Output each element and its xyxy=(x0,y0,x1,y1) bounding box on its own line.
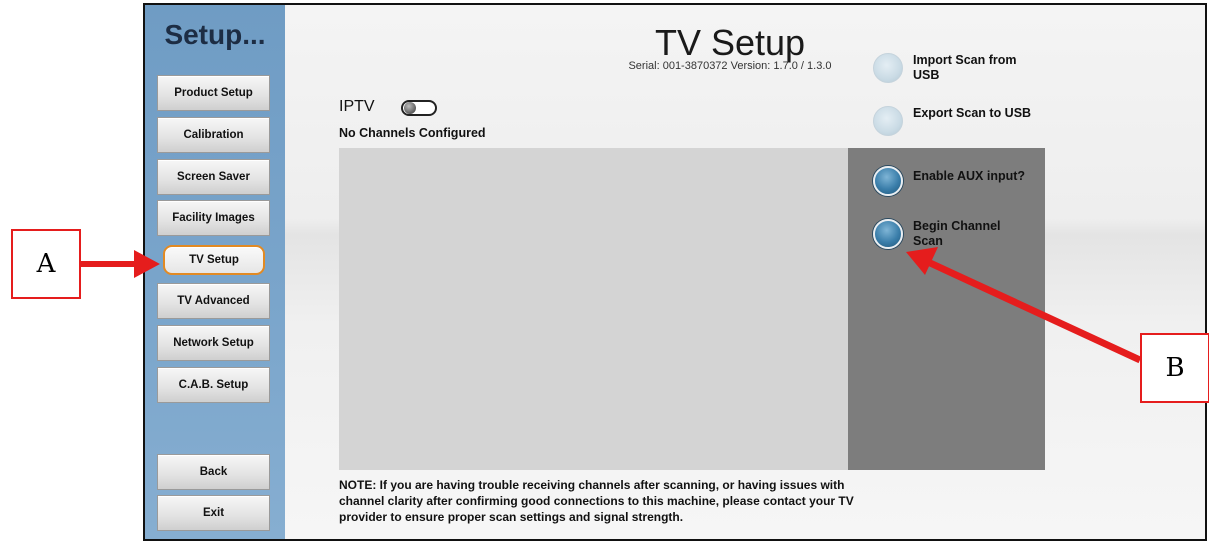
export-scan-label: Export Scan to USB xyxy=(913,106,1032,120)
sidebar-item-tv-advanced[interactable]: TV Advanced xyxy=(157,283,270,319)
iptv-toggle[interactable] xyxy=(401,100,437,116)
scan-orb-icon xyxy=(873,219,903,249)
page-title: TV Setup xyxy=(654,22,806,63)
import-scan-button[interactable]: Import Scan from USB xyxy=(873,53,1033,83)
exit-button[interactable]: Exit xyxy=(157,495,270,531)
note-text: NOTE: If you are having trouble receivin… xyxy=(339,478,854,524)
toggle-knob xyxy=(404,102,416,114)
app-window: Setup... Product Setup Calibration Scree… xyxy=(143,3,1207,541)
import-orb-icon xyxy=(873,53,903,83)
channel-list[interactable] xyxy=(339,148,848,470)
export-scan-button[interactable]: Export Scan to USB xyxy=(873,106,1033,136)
sidebar-item-product-setup[interactable]: Product Setup xyxy=(157,75,270,111)
options-panel xyxy=(848,148,1045,470)
begin-scan-label: Begin Channel Scan xyxy=(913,219,1001,248)
main-content: TV Setup Serial: 001-3870372 Version: 1.… xyxy=(285,5,1205,539)
sidebar-item-tv-setup[interactable]: TV Setup xyxy=(163,245,265,275)
sidebar-item-network-setup[interactable]: Network Setup xyxy=(157,325,270,361)
channel-status: No Channels Configured xyxy=(339,126,486,140)
enable-aux-label: Enable AUX input? xyxy=(913,169,1026,183)
aux-orb-icon xyxy=(873,166,903,196)
sidebar-item-screen-saver[interactable]: Screen Saver xyxy=(157,159,270,195)
sidebar: Setup... Product Setup Calibration Scree… xyxy=(145,5,285,539)
callout-b: B xyxy=(1140,333,1209,403)
sidebar-item-facility-images[interactable]: Facility Images xyxy=(157,200,270,236)
serial-version: Serial: 001-3870372 Version: 1.7.0 / 1.3… xyxy=(628,60,832,72)
sidebar-item-calibration[interactable]: Calibration xyxy=(157,117,270,153)
import-scan-label: Import Scan from USB xyxy=(913,53,1017,82)
begin-channel-scan-button[interactable]: Begin Channel Scan xyxy=(873,219,1033,249)
enable-aux-button[interactable]: Enable AUX input? xyxy=(873,166,1033,196)
back-button[interactable]: Back xyxy=(157,454,270,490)
iptv-label: IPTV xyxy=(339,98,375,115)
sidebar-title: Setup... xyxy=(164,19,266,50)
export-orb-icon xyxy=(873,106,903,136)
sidebar-item-cab-setup[interactable]: C.A.B. Setup xyxy=(157,367,270,403)
callout-a: A xyxy=(11,229,81,299)
